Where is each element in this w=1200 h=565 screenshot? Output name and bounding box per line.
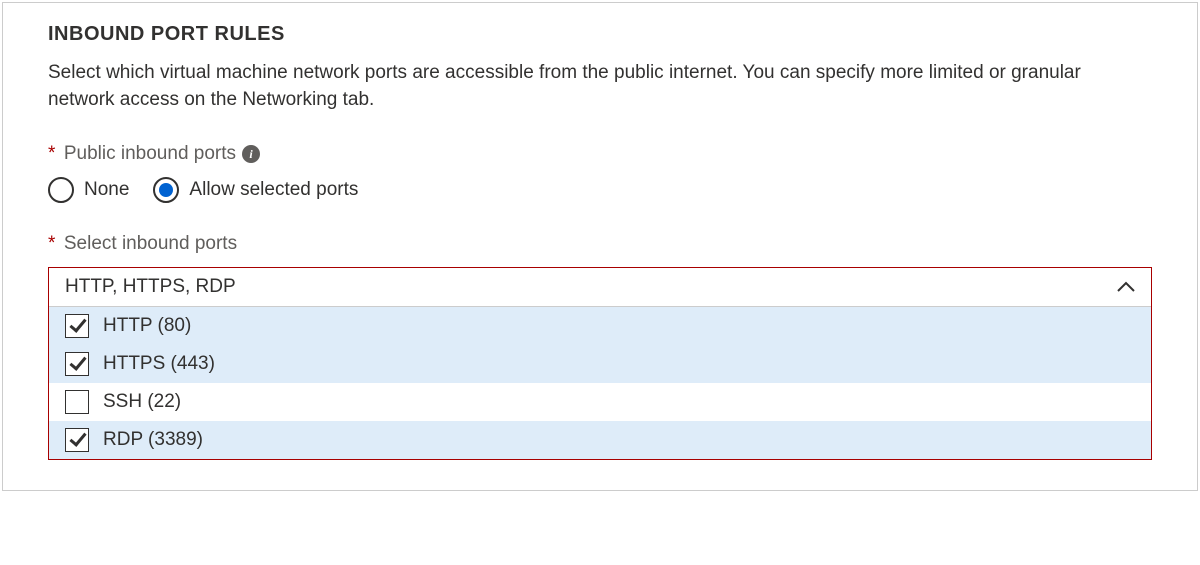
radio-option-none[interactable]: None [48,177,129,203]
radio-label-allow: Allow selected ports [189,179,358,201]
dropdown-value: HTTP, HTTPS, RDP [65,276,236,298]
required-indicator: * [48,143,55,164]
dropdown-option[interactable]: HTTP (80) [49,307,1151,345]
info-icon[interactable]: i [242,145,260,163]
dropdown-option-label: RDP (3389) [103,429,203,451]
radio-circle-allow [153,177,179,203]
dropdown-option-label: SSH (22) [103,391,181,413]
inbound-port-rules-card: INBOUND PORT RULES Select which virtual … [2,2,1198,491]
dropdown-header[interactable]: HTTP, HTTPS, RDP [49,268,1151,306]
section-title: INBOUND PORT RULES [48,23,1152,46]
chevron-up-icon [1117,277,1135,298]
radio-label-none: None [84,179,129,201]
public-inbound-ports-label: Public inbound ports i [64,143,260,165]
section-description: Select which virtual machine network por… [48,60,1152,113]
checkbox [65,352,89,376]
dropdown-option-label: HTTP (80) [103,315,191,337]
checkbox [65,428,89,452]
public-inbound-ports-radiogroup: None Allow selected ports [48,177,1152,203]
select-inbound-ports-label: Select inbound ports [64,233,237,255]
radio-option-allow[interactable]: Allow selected ports [153,177,358,203]
select-inbound-ports-dropdown: HTTP, HTTPS, RDP HTTP (80) HTTPS (443) SSH… [48,267,1152,460]
select-inbound-ports-dropdown-wrap: HTTP, HTTPS, RDP HTTP (80) HTTPS (443) SSH… [48,267,1152,460]
dropdown-option[interactable]: HTTPS (443) [49,345,1151,383]
radio-circle-none [48,177,74,203]
dropdown-list: HTTP (80) HTTPS (443) SSH (22) RDP (3389) [49,306,1151,459]
radio-dot [159,183,173,197]
public-inbound-ports-label-text: Public inbound ports [64,143,236,165]
dropdown-option-label: HTTPS (443) [103,353,215,375]
required-indicator: * [48,233,55,254]
public-inbound-ports-field: * Public inbound ports i [48,143,1152,165]
checkbox [65,390,89,414]
dropdown-option[interactable]: RDP (3389) [49,421,1151,459]
select-inbound-ports-field: * Select inbound ports [48,233,1152,255]
checkbox [65,314,89,338]
dropdown-option[interactable]: SSH (22) [49,383,1151,421]
